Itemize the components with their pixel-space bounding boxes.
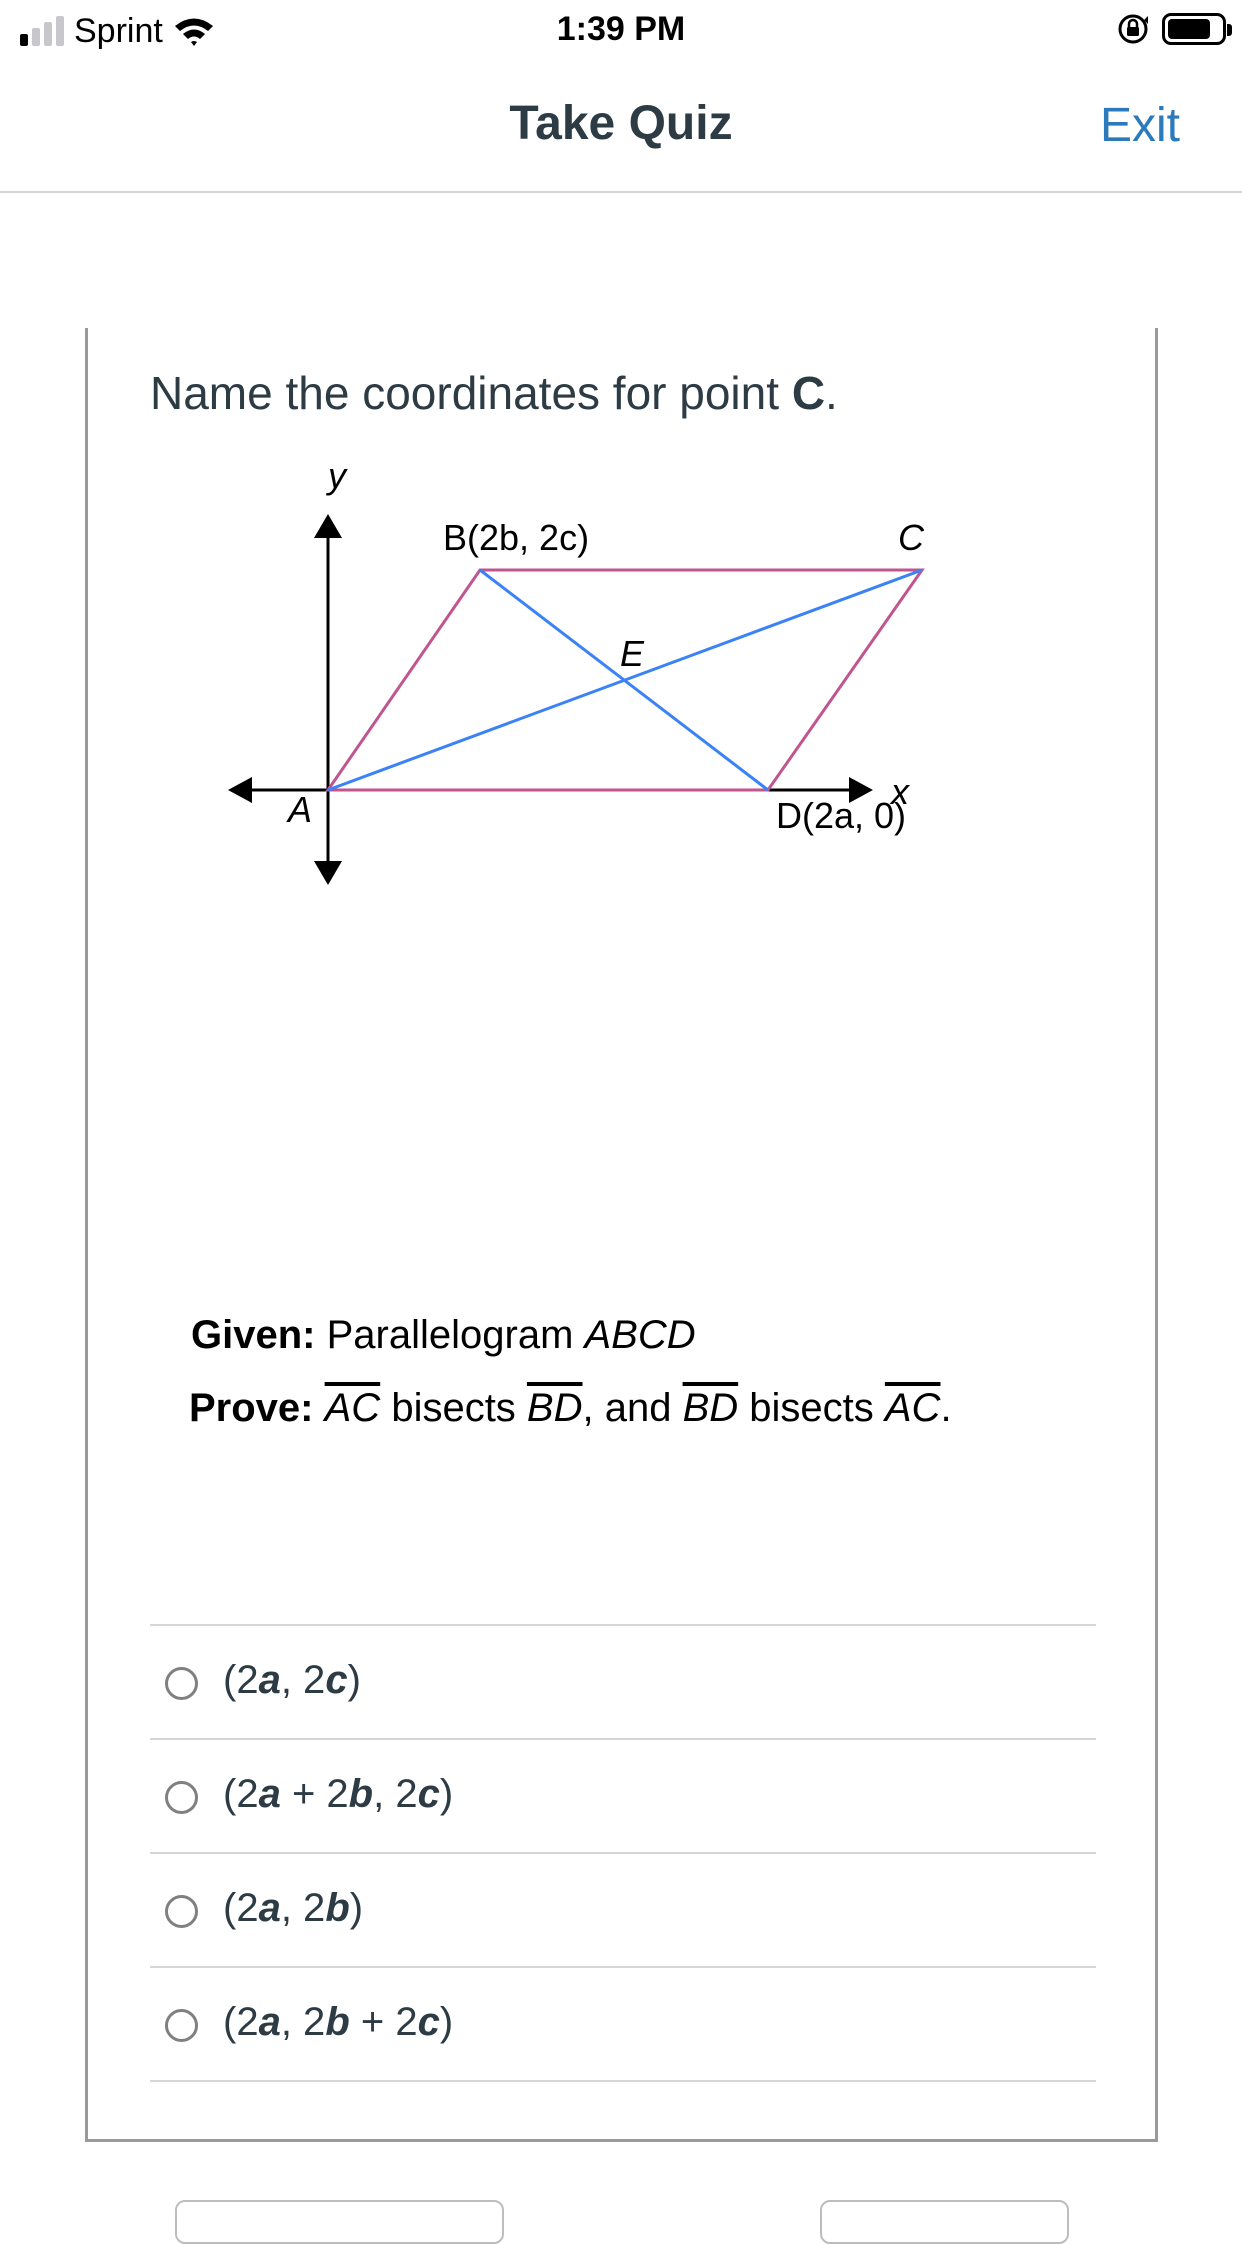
prove-statement: Prove: AC bisects BD, and BD bisects AC.: [189, 1386, 952, 1431]
segment-ac: AC: [884, 1386, 941, 1430]
point-b-label: B(2b, 2c): [443, 517, 589, 558]
point-a-label: A: [286, 789, 312, 830]
status-right: [1116, 12, 1232, 46]
radio-button[interactable]: [165, 2009, 198, 2042]
orientation-lock-icon: [1118, 14, 1148, 44]
given-text: Parallelogram: [326, 1313, 585, 1357]
parallelogram-figure: y x A B(2b, 2c) C D(2a, 0) E: [228, 468, 925, 885]
answer-choice[interactable]: (2a + 2b, 2c): [150, 1740, 1096, 1854]
answer-label: (2a, 2b + 2c): [223, 2000, 454, 2044]
next-button[interactable]: [820, 2200, 1069, 2244]
y-axis-label: y: [325, 468, 348, 496]
prompt-prefix: Name the coordinates for point: [150, 367, 792, 419]
prove-text: bisects: [380, 1386, 527, 1430]
exit-button[interactable]: Exit: [1100, 98, 1180, 153]
answer-label: (2a, 2c): [223, 1658, 361, 1702]
radio-button[interactable]: [165, 1667, 198, 1700]
segment-bd: BD: [682, 1386, 739, 1430]
answer-choice[interactable]: (2a, 2c): [150, 1626, 1096, 1740]
answer-choice[interactable]: (2a, 2b): [150, 1854, 1096, 1968]
given-shape: ABCD: [584, 1313, 696, 1357]
segment-ac: AC: [324, 1386, 381, 1430]
prove-heading: Prove:: [189, 1386, 314, 1430]
answer-choices: (2a, 2c) (2a + 2b, 2c) (2a, 2b) (2a, 2b …: [150, 1624, 1096, 2082]
coordinate-diagram: y x A B(2b, 2c) C D(2a, 0) E: [188, 468, 1148, 1608]
point-e-label: E: [620, 633, 645, 674]
answer-choice[interactable]: (2a, 2b + 2c): [150, 1968, 1096, 2082]
point-c-label: C: [898, 517, 925, 558]
point-d-label: D(2a, 0): [776, 795, 906, 836]
question-card: Name the coordinates for point C. y x A …: [85, 328, 1158, 2142]
prompt-suffix: .: [825, 367, 838, 419]
diagonal-bd: [479, 568, 769, 792]
given-statement: Given: Parallelogram ABCD: [191, 1313, 696, 1358]
prove-text: , and: [582, 1386, 683, 1430]
y-axis-down-arrow: [314, 861, 342, 885]
question-prompt: Name the coordinates for point C.: [150, 366, 838, 420]
y-axis-up-arrow: [314, 514, 342, 538]
given-heading: Given:: [191, 1313, 316, 1357]
nav-bar: Take Quiz Exit: [0, 62, 1242, 193]
radio-button[interactable]: [165, 1781, 198, 1814]
segment-bd: BD: [526, 1386, 583, 1430]
clock: 1:39 PM: [556, 10, 686, 48]
prove-text: bisects: [738, 1386, 885, 1430]
battery-icon: [1162, 13, 1232, 45]
prove-text: .: [940, 1386, 952, 1430]
radio-button[interactable]: [165, 1895, 198, 1928]
x-axis-left-arrow: [228, 777, 252, 803]
status-bar: Sprint 1:39 PM: [0, 0, 1242, 62]
prompt-point: C: [791, 367, 826, 419]
previous-button[interactable]: [175, 2200, 504, 2244]
answer-label: (2a, 2b): [223, 1886, 364, 1930]
page-title: Take Quiz: [509, 97, 733, 150]
answer-label: (2a + 2b, 2c): [223, 1772, 454, 1816]
